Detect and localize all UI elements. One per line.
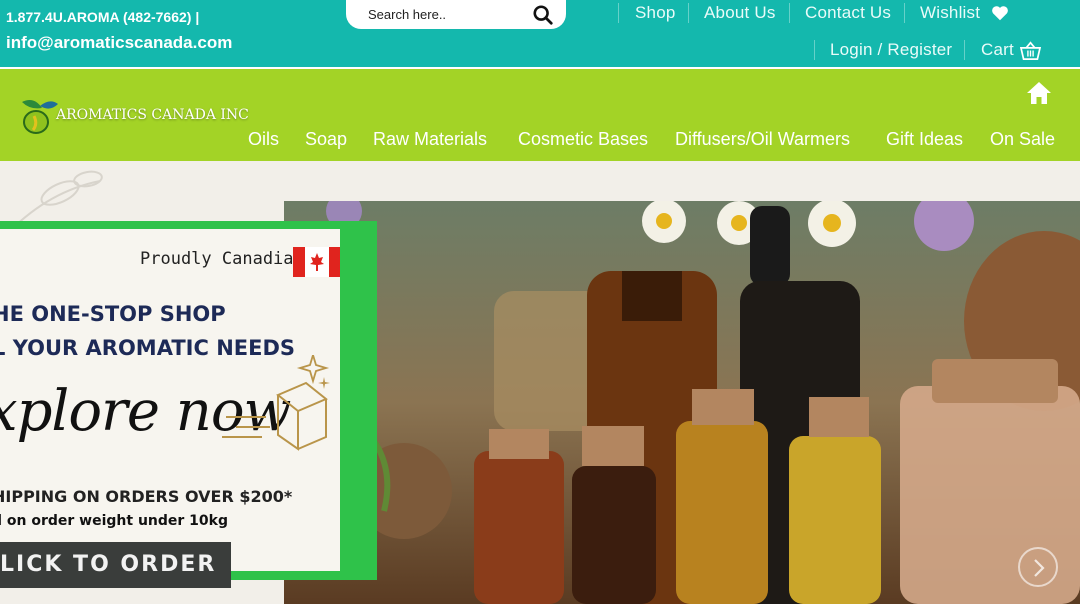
wishlist-link[interactable]: Wishlist: [920, 3, 980, 23]
proudly-canadian-label: Proudly Canadian: [140, 249, 304, 269]
nav-item-oils[interactable]: Oils: [248, 129, 279, 150]
nav-item-cosmetic-bases[interactable]: Cosmetic Bases: [518, 129, 648, 150]
chevron-right-icon: [1034, 559, 1045, 577]
canada-flag-icon: [293, 247, 340, 277]
shop-link[interactable]: Shop: [635, 3, 676, 23]
nav-item-on-sale[interactable]: On Sale: [990, 129, 1055, 150]
hero-slider: Proudly Canadian HE ONE-STOP SHOP L YOUR…: [0, 161, 1080, 604]
search-input[interactable]: [368, 5, 528, 23]
essential-oils-photo: [284, 201, 1080, 604]
nav-item-raw-materials[interactable]: Raw Materials: [373, 129, 487, 150]
nav-item-diffusers[interactable]: Diffusers/Oil Warmers: [675, 129, 850, 150]
divider: [789, 3, 790, 23]
email-address[interactable]: info@aromaticscanada.com: [6, 33, 232, 53]
box-sparkle-icon: [222, 355, 330, 451]
slider-next-button[interactable]: [1018, 547, 1058, 587]
home-icon[interactable]: [1026, 80, 1052, 106]
nav-item-gift-ideas[interactable]: Gift Ideas: [886, 129, 963, 150]
cart-basket-icon[interactable]: [1020, 41, 1041, 60]
click-to-order-button[interactable]: LICK TO ORDER: [0, 542, 231, 588]
site-logo[interactable]: AROMATICS CANADA INC: [16, 96, 249, 136]
free-shipping-text: HIPPING ON ORDERS OVER $200*: [0, 487, 293, 506]
oil-bottles-illustration: [284, 201, 1080, 604]
weight-note-text: d on order weight under 10kg: [0, 513, 228, 529]
headline-one-stop-shop: HE ONE-STOP SHOP: [0, 302, 226, 326]
top-bar: 1.877.4U.AROMA (482-7662) | info@aromati…: [0, 0, 1080, 67]
nav-item-soap[interactable]: Soap: [305, 129, 347, 150]
divider: [618, 3, 619, 23]
main-navigation: AROMATICS CANADA INC Oils Soap Raw Mater…: [0, 67, 1080, 161]
promo-banner-card: Proudly Canadian HE ONE-STOP SHOP L YOUR…: [0, 229, 340, 571]
divider: [814, 40, 815, 60]
heart-icon[interactable]: [991, 5, 1009, 21]
login-register-link[interactable]: Login / Register: [830, 40, 952, 60]
divider: [964, 40, 965, 60]
phone-number[interactable]: 1.877.4U.AROMA (482-7662) |: [6, 9, 199, 25]
divider: [904, 3, 905, 23]
leaf-logo-icon: [22, 100, 58, 134]
divider: [688, 3, 689, 23]
cart-link[interactable]: Cart: [981, 40, 1014, 60]
promo-banner: Proudly Canadian HE ONE-STOP SHOP L YOUR…: [0, 221, 377, 580]
about-us-link[interactable]: About Us: [704, 3, 776, 23]
search-icon[interactable]: [532, 4, 554, 26]
brand-name: AROMATICS CANADA INC: [56, 107, 249, 123]
search-box: [346, 0, 566, 29]
contact-us-link[interactable]: Contact Us: [805, 3, 891, 23]
